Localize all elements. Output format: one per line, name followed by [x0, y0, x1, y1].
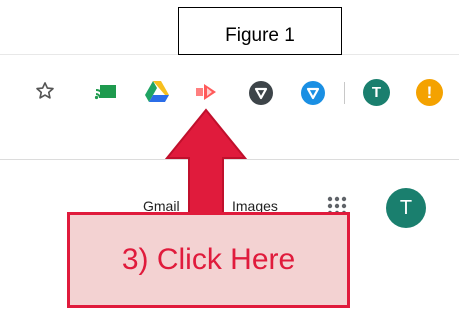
alert-icon[interactable]: !: [416, 79, 443, 106]
dark-shield-extension-icon[interactable]: [248, 80, 274, 106]
figure-label: Figure 1: [178, 7, 342, 55]
profile-avatar[interactable]: T: [363, 79, 390, 106]
blue-shield-extension-icon[interactable]: [300, 80, 326, 106]
red-arrow-extension-icon[interactable]: [194, 80, 218, 104]
star-icon[interactable]: [33, 79, 57, 103]
cast-icon[interactable]: [93, 81, 119, 103]
toolbar-separator: [344, 82, 345, 104]
google-drive-icon[interactable]: [143, 79, 171, 103]
account-avatar[interactable]: T: [386, 188, 426, 228]
click-here-callout: 3) Click Here: [67, 212, 350, 308]
